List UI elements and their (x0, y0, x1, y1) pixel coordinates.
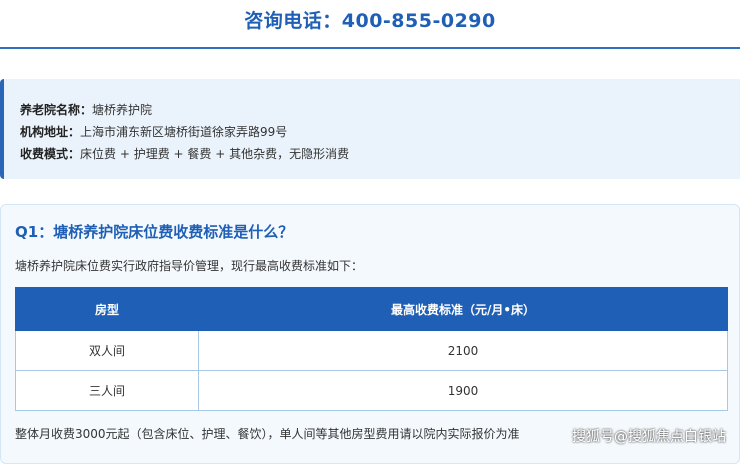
address-label: 机构地址： (20, 125, 81, 139)
question-description: 塘桥养护院床位费实行政府指导价管理，现行最高收费标准如下： (15, 259, 364, 273)
header: 咨询电话：400-855-0290 (0, 0, 740, 49)
watermark: 搜狐号@搜狐焦点白银站 (572, 429, 726, 445)
fee-note: 整体月收费3000元起（包含床位、护理、餐饮），单人间等其他房型费用请以院内实际… (15, 427, 520, 441)
question-title: Q1：塘桥养护院床位费收费标准是什么？ (15, 223, 294, 241)
table-row: 双人间 2100 (15, 330, 728, 371)
table-row: 三人间 1900 (15, 370, 728, 411)
fee-value: 床位费 + 护理费 + 餐费 + 其他杂费，无隐形消费 (80, 147, 350, 161)
info-row-name: 养老院名称：塘桥养护院 (20, 99, 740, 121)
price-cell: 1900 (198, 370, 728, 411)
qa-panel: Q1：塘桥养护院床位费收费标准是什么？ 塘桥养护院床位费实行政府指导价管理，现行… (0, 204, 740, 464)
fee-label: 收费模式： (20, 147, 81, 161)
address-value: 上海市浦东新区塘桥街道徐家弄路99号 (80, 125, 288, 139)
phone-number[interactable]: 咨询电话：400-855-0290 (244, 6, 495, 33)
name-value: 塘桥养护院 (92, 103, 153, 117)
info-panel: 养老院名称：塘桥养护院 机构地址：上海市浦东新区塘桥街道徐家弄路99号 收费模式… (0, 79, 740, 179)
header-max-fee: 最高收费标准（元/月•床） (198, 287, 728, 331)
table-header-row: 房型 最高收费标准（元/月•床） (15, 287, 728, 331)
info-row-fee: 收费模式：床位费 + 护理费 + 餐费 + 其他杂费，无隐形消费 (20, 143, 740, 165)
room-type-cell: 三人间 (15, 370, 199, 411)
info-row-address: 机构地址：上海市浦东新区塘桥街道徐家弄路99号 (20, 121, 740, 143)
room-type-cell: 双人间 (15, 330, 199, 371)
price-cell: 2100 (198, 330, 728, 371)
header-room-type: 房型 (15, 287, 199, 331)
price-table: 房型 最高收费标准（元/月•床） 双人间 2100 三人间 1900 (15, 287, 728, 411)
name-label: 养老院名称： (20, 103, 93, 117)
